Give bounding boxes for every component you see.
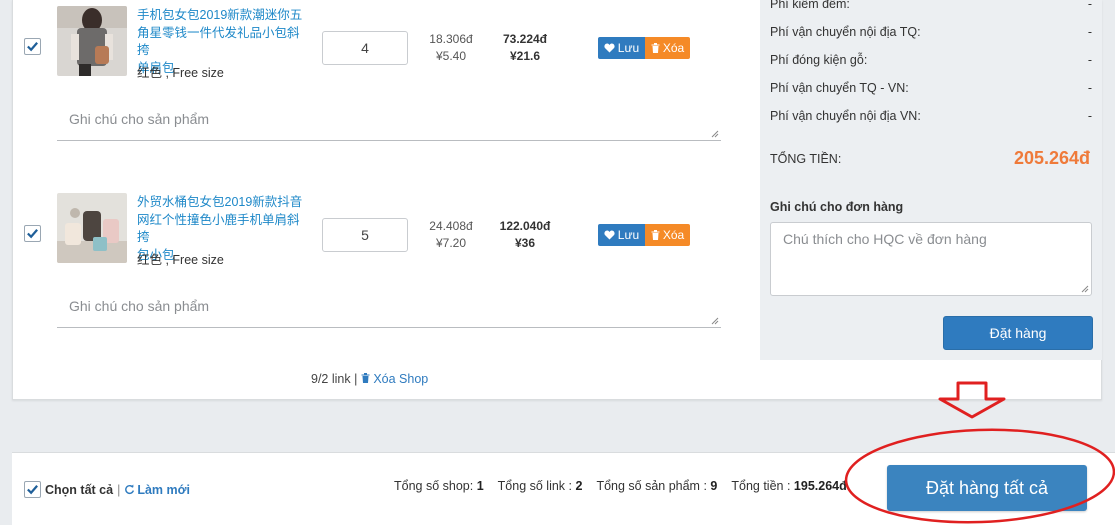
select-all: Chọn tất cả | Làm mới bbox=[24, 481, 190, 498]
refresh-link[interactable]: Làm mới bbox=[124, 483, 190, 497]
check-icon bbox=[27, 42, 38, 52]
stat-total: Tổng tiền : 195.264đ bbox=[731, 479, 847, 493]
bottom-action-bar: Chọn tất cả | Làm mới Tổng số shop: 1 Tổ… bbox=[12, 452, 1115, 525]
trash-icon bbox=[361, 373, 370, 383]
save-button[interactable]: Lưu bbox=[598, 224, 645, 246]
order-note-label: Ghi chú cho đơn hàng bbox=[770, 200, 904, 214]
cart-stats: Tổng số shop: 1 Tổng số link : 2 Tổng số… bbox=[394, 479, 847, 493]
product-variant: 红色 , Free size bbox=[137, 66, 224, 80]
fee-row: Phí kiểm đếm: - bbox=[770, 0, 1092, 11]
stat-links: Tổng số link : 2 bbox=[497, 479, 583, 493]
order-summary: Phí kiểm đếm: - Phí vận chuyển nội địa T… bbox=[760, 0, 1102, 360]
trash-icon bbox=[651, 43, 660, 53]
fee-row: Phí vận chuyển nội địa TQ: - bbox=[770, 25, 1092, 39]
resize-handle-icon[interactable] bbox=[711, 317, 719, 325]
trash-icon bbox=[651, 230, 660, 240]
unit-price: 24.408đ ¥7.20 bbox=[429, 219, 473, 250]
item-checkbox[interactable] bbox=[24, 225, 41, 242]
unit-price: 18.306đ ¥5.40 bbox=[429, 32, 473, 63]
product-thumbnail[interactable] bbox=[57, 6, 127, 76]
item-checkbox[interactable] bbox=[24, 38, 41, 55]
heart-icon bbox=[604, 43, 615, 53]
delete-button[interactable]: Xóa bbox=[645, 224, 690, 246]
select-all-checkbox[interactable] bbox=[24, 481, 41, 498]
quantity-input[interactable]: 5 bbox=[322, 218, 408, 252]
stat-shops: Tổng số shop: 1 bbox=[394, 479, 484, 493]
line-total: 122.040đ ¥36 bbox=[499, 219, 551, 250]
product-note-field[interactable]: Ghi chú cho sản phẩm bbox=[57, 99, 721, 141]
quantity-input[interactable]: 4 bbox=[322, 31, 408, 65]
stat-products: Tổng số sản phẩm : 9 bbox=[596, 479, 718, 493]
delete-button[interactable]: Xóa bbox=[645, 37, 690, 59]
place-all-orders-button[interactable]: Đặt hàng tất cả bbox=[887, 465, 1087, 511]
product-variant: 红色 , Free size bbox=[137, 253, 224, 267]
product-note-field[interactable]: Ghi chú cho sản phẩm bbox=[57, 286, 721, 328]
cart-panel: 手机包女包2019新款潮迷你五 角星零钱一件代发礼品小包斜挎 单肩包 红色 , … bbox=[12, 0, 1102, 400]
refresh-icon bbox=[125, 484, 135, 495]
shop-footer: 9/2 link | Xóa Shop bbox=[311, 372, 429, 386]
check-icon bbox=[27, 485, 38, 495]
product-thumbnail[interactable] bbox=[57, 193, 127, 263]
fee-row: Phí đóng kiện gỗ: - bbox=[770, 53, 1092, 67]
grand-total-value: 205.264đ bbox=[1013, 148, 1090, 168]
line-total: 73.224đ ¥21.6 bbox=[502, 32, 548, 63]
delete-shop-link[interactable]: Xóa Shop bbox=[361, 372, 428, 386]
heart-icon bbox=[604, 230, 615, 240]
order-note-field[interactable]: Chú thích cho HQC về đơn hàng bbox=[770, 222, 1092, 296]
cart-item: 手机包女包2019新款潮迷你五 角星零钱一件代发礼品小包斜挎 单肩包 红色 , … bbox=[13, 0, 758, 160]
grand-total: TỔNG TIỀN: 205.264đ bbox=[770, 148, 1090, 168]
resize-handle-icon[interactable] bbox=[1081, 285, 1089, 293]
fee-row: Phí vận chuyển TQ - VN: - bbox=[770, 81, 1092, 95]
resize-handle-icon[interactable] bbox=[711, 130, 719, 138]
fee-row: Phí vận chuyển nội địa VN: - bbox=[770, 109, 1092, 123]
save-button[interactable]: Lưu bbox=[598, 37, 645, 59]
place-order-button[interactable]: Đặt hàng bbox=[943, 316, 1093, 350]
cart-item: 外贸水桶包女包2019新款抖音 网红个性撞色小鹿手机单肩斜挎 包小包 红色 , … bbox=[13, 187, 758, 337]
check-icon bbox=[27, 229, 38, 239]
